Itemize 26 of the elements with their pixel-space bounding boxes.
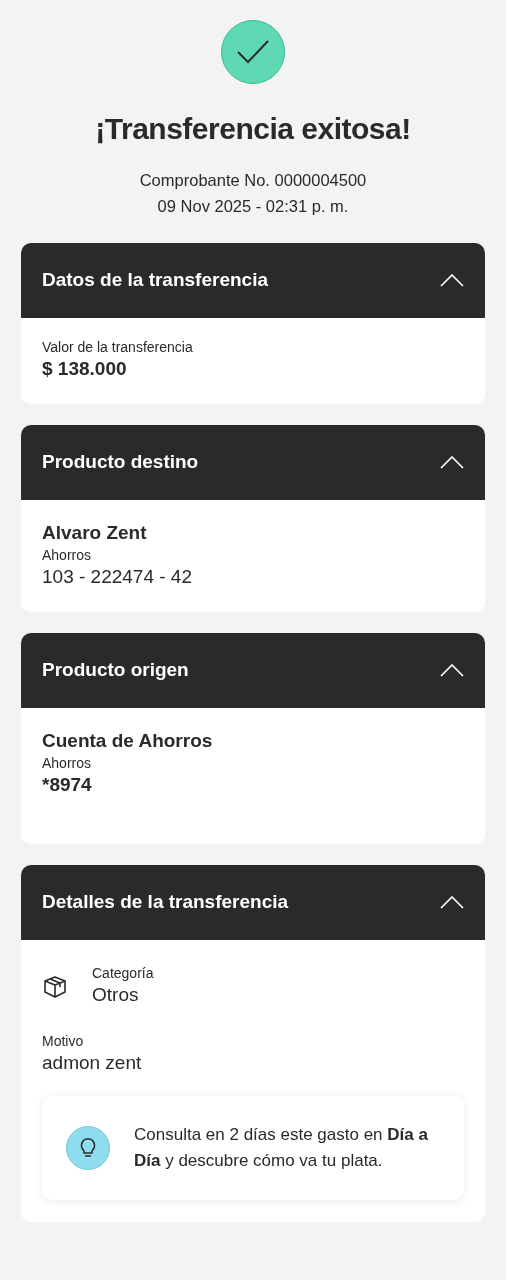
section-header[interactable]: Producto destino (21, 425, 485, 500)
package-icon (42, 973, 68, 999)
receipt-number: Comprobante No. 0000004500 (139, 170, 367, 191)
chevron-up-icon (440, 664, 464, 677)
section-header[interactable]: Datos de la transferencia (21, 243, 485, 318)
success-title: ¡Transferencia exitosa! (95, 111, 411, 147)
field-value: $ 138.000 (42, 357, 128, 381)
lightbulb-icon (66, 1126, 110, 1170)
field-label: Valor de la transferencia (42, 338, 194, 356)
chevron-up-icon (440, 274, 464, 287)
field-label: Categoría (92, 964, 154, 982)
holder-name: Alvaro Zent (42, 521, 148, 545)
section-header[interactable]: Producto origen (21, 633, 485, 708)
field-label: Ahorros (42, 546, 93, 564)
section-header[interactable]: Detalles de la transferencia (21, 865, 485, 940)
chevron-up-icon (440, 456, 464, 469)
category-value: Otros (92, 983, 140, 1007)
account-number: 103 - 222474 - 42 (42, 565, 193, 589)
holder-name: Cuenta de Ahorros (42, 729, 214, 753)
transfer-datetime: 09 Nov 2025 - 02:31 p. m. (157, 196, 349, 217)
chevron-up-icon (440, 896, 464, 909)
field-label: Motivo (42, 1032, 85, 1050)
field-value: *8974 (42, 773, 93, 797)
field-value: admon zent (42, 1051, 143, 1075)
field-label: Ahorros (42, 754, 93, 772)
tip-text: Consulta en 2 días este gasto en Día a Día y descubre cómo va tu plata. (134, 1124, 429, 1172)
